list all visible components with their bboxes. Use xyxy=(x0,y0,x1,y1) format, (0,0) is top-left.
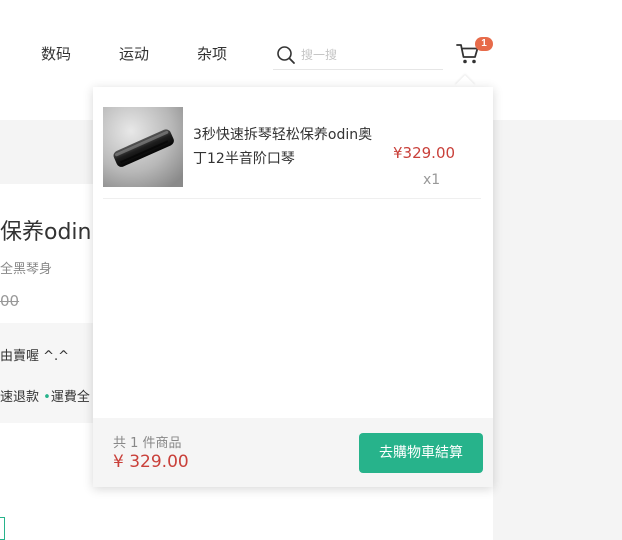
service-text: 速退款 xyxy=(0,390,40,405)
cart-dropdown: 3秒快速拆琴轻松保养odin奥丁12半音阶口琴 ¥329.00 x1 共 1 件… xyxy=(93,87,493,487)
product-title: 保养odin xyxy=(0,220,92,245)
cart-item-count: 共 1 件商品 xyxy=(113,436,182,451)
product-service-line: 速退款 •運費全 xyxy=(0,386,90,405)
page: 保养odin 全黑琴身 00 由賣喔 ^.^ 速退款 •運費全 数码 运动 杂项… xyxy=(0,0,622,540)
search-box[interactable] xyxy=(273,41,443,70)
checkout-button[interactable]: 去購物車結算 xyxy=(359,433,483,473)
cart-item[interactable]: 3秒快速拆琴轻松保养odin奥丁12半音阶口琴 ¥329.00 x1 xyxy=(103,107,481,199)
search-icon[interactable] xyxy=(276,45,296,65)
product-subtitle: 全黑琴身 xyxy=(0,262,53,277)
harmonica-image[interactable] xyxy=(103,107,183,187)
product-info-line: 由賣喔 ^.^ xyxy=(0,349,70,364)
product-thumbnail-icon xyxy=(103,107,183,187)
product-info-box xyxy=(0,323,100,423)
bullet-dot-icon: • xyxy=(43,390,51,405)
cart-item-name[interactable]: 3秒快速拆琴轻松保养odin奥丁12半音阶口琴 xyxy=(193,123,379,171)
nav-item-misc[interactable]: 杂项 xyxy=(197,44,227,64)
search-input[interactable] xyxy=(301,46,436,64)
service-text: 運費全 xyxy=(50,390,90,405)
cart-count-badge: 1 xyxy=(475,37,493,51)
nav-item-digital[interactable]: 数码 xyxy=(41,44,71,64)
nav-item-sports[interactable]: 运动 xyxy=(119,44,149,64)
cart-item-price: ¥329.00 xyxy=(393,144,456,162)
background-button-edge[interactable] xyxy=(0,517,5,540)
cart-total-price: ¥ 329.00 xyxy=(113,452,189,472)
cart-item-quantity: x1 xyxy=(423,172,441,188)
product-old-price: 00 xyxy=(0,292,20,310)
cart-footer: 共 1 件商品 ¥ 329.00 去購物車結算 xyxy=(93,418,493,487)
background-side-column xyxy=(493,120,622,540)
